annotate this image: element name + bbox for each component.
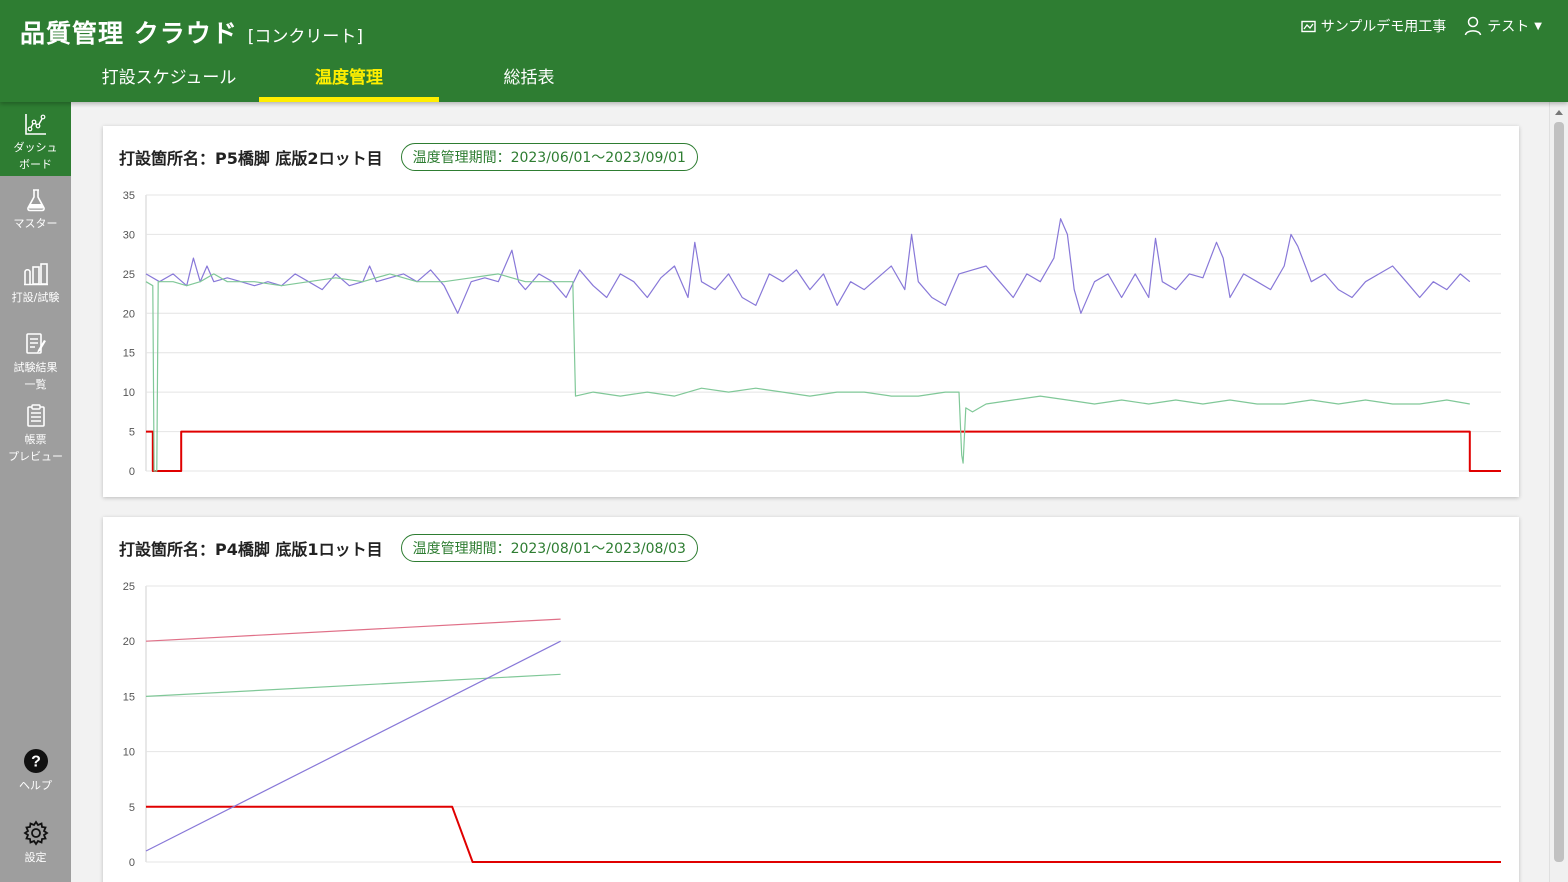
sidebar-item-pour-test[interactable]: 打設/試験 [0, 262, 71, 306]
sidebar-item-help[interactable]: ? ヘルプ [0, 748, 71, 794]
results-list-icon [25, 333, 46, 354]
flask-icon [26, 189, 45, 212]
series-line-3 [145, 273, 1470, 472]
series-line-1 [146, 430, 1501, 472]
sidebar-item-label: マスター [13, 217, 58, 230]
y-tick-label: 20 [123, 308, 135, 320]
gear-icon [22, 820, 49, 846]
chart-card-2: 打設箇所名：P4橋脚 底版1ロット目 温度管理期間：2023/08/01〜202… [103, 517, 1519, 882]
scrollbar-thumb[interactable] [1554, 122, 1564, 862]
pour-test-icon [23, 263, 48, 286]
sidebar-item-settings[interactable]: 設定 [0, 820, 71, 866]
svg-text:?: ? [31, 754, 41, 771]
app-brand[interactable]: 品質管理 クラウド [コンクリート] [20, 14, 363, 50]
page-scrollbar[interactable] [1549, 102, 1568, 882]
header-actions: サンプルデモ用工事 テスト ▼ [1283, 16, 1542, 36]
y-tick-label: 0 [129, 466, 135, 478]
sidebar-item-master[interactable]: マスター [0, 188, 71, 232]
main-tabs: 打設スケジュール 温度管理 総括表 [79, 58, 619, 102]
caret-down-icon: ▼ [1534, 20, 1542, 32]
y-tick-label: 10 [123, 747, 135, 759]
sidebar-item-report-preview[interactable]: 帳票 プレビュー [0, 404, 71, 465]
sidebar-item-label: 設定 [24, 851, 47, 864]
dashboard-icon [24, 114, 46, 135]
report-preview-icon [26, 404, 45, 427]
y-tick-label: 15 [123, 348, 135, 360]
sidebar-item-label: 帳票 プレビュー [8, 433, 63, 463]
tab-pour-schedule[interactable]: 打設スケジュール [79, 58, 259, 102]
chart-card-1: 打設箇所名：P5橋脚 底版2ロット目 温度管理期間：2023/06/01〜202… [103, 126, 1519, 497]
sidebar-item-label: ダッシュ ボード [13, 141, 58, 171]
y-tick-label: 35 [123, 190, 135, 202]
project-selector[interactable]: サンプルデモ用工事 [1301, 16, 1447, 36]
y-tick-label: 25 [123, 581, 135, 593]
y-tick-label: 30 [123, 229, 135, 241]
user-menu[interactable]: テスト ▼ [1464, 16, 1542, 36]
main-content: 打設箇所名：P5橋脚 底版2ロット目 温度管理期間：2023/06/01〜202… [71, 102, 1549, 882]
app-subtitle: [コンクリート] [247, 27, 363, 47]
sidebar-item-results-list[interactable]: 試験結果 一覧 [0, 332, 71, 393]
sidebar: ダッシュ ボード マスター 打設/試験 試験結果 一覧 帳票 プレビュー ? ヘ… [0, 102, 71, 882]
series-line-2 [145, 218, 1471, 314]
y-tick-label: 25 [123, 269, 135, 281]
project-name: サンプルデモ用工事 [1320, 19, 1447, 35]
project-icon [1301, 20, 1316, 32]
sidebar-item-dashboard[interactable]: ダッシュ ボード [0, 102, 71, 176]
series-line-4 [145, 640, 561, 852]
y-tick-label: 15 [123, 691, 135, 703]
tab-temperature[interactable]: 温度管理 [259, 58, 439, 102]
scroll-up-icon[interactable] [1555, 110, 1563, 115]
sidebar-item-label: ヘルプ [19, 779, 52, 792]
y-tick-label: 5 [129, 427, 135, 439]
app-header: 品質管理 クラウド [コンクリート] サンプルデモ用工事 テスト ▼ 打設スケジ… [0, 0, 1568, 102]
series-line-2 [145, 618, 561, 642]
temperature-chart-2: 0 5 10 15 20 25 [123, 581, 1501, 869]
temperature-chart-1: 0 5 10 15 20 25 30 35 [123, 190, 1501, 478]
help-icon: ? [23, 749, 48, 773]
sidebar-item-label: 打設/試験 [11, 291, 60, 304]
user-name: テスト [1487, 19, 1530, 35]
sidebar-item-label: 試験結果 一覧 [13, 361, 58, 391]
app-title: 品質管理 クラウド [20, 19, 238, 48]
series-line-1 [146, 805, 1501, 863]
y-tick-label: 10 [123, 387, 135, 399]
y-tick-label: 20 [123, 636, 135, 648]
series-line-3 [145, 673, 561, 697]
user-icon [1465, 16, 1482, 36]
y-tick-label: 0 [129, 857, 135, 869]
y-tick-label: 5 [129, 802, 135, 814]
tab-summary[interactable]: 総括表 [439, 58, 619, 102]
